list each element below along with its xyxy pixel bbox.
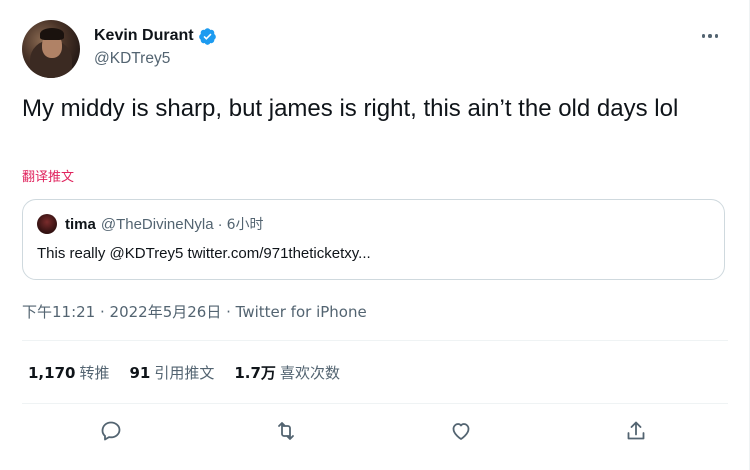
share-icon [627, 421, 645, 440]
divider [22, 340, 728, 341]
translate-tweet-link[interactable]: 翻译推文 [22, 166, 74, 185]
quote-label: 引用推文 [154, 364, 215, 382]
like-button[interactable] [448, 418, 474, 444]
tweet-header: Kevin Durant @KDTrey5 [22, 20, 730, 78]
like-count: 1.7万 [234, 364, 276, 382]
retweet-icon [278, 422, 294, 440]
quoted-author-name: tima [65, 215, 96, 233]
divider [22, 403, 728, 404]
reply-button[interactable] [98, 418, 124, 444]
retweet-label: 转推 [79, 364, 110, 382]
more-dot [708, 34, 712, 38]
quoted-separator: · [217, 215, 223, 233]
reply-icon [101, 421, 121, 441]
quoted-tweet[interactable]: tima @TheDivineNyla · 6小时 This really @K… [22, 199, 725, 280]
quoted-author-handle: @TheDivineNyla [100, 215, 214, 233]
tweet-card: Kevin Durant @KDTrey5 My middy is sharp,… [0, 0, 750, 470]
tweet-text: My middy is sharp, but james is right, t… [22, 95, 679, 122]
tweet-timestamp-source[interactable]: 下午11:21 · 2022年5月26日 · Twitter for iPhon… [22, 301, 367, 322]
retweet-button[interactable] [273, 418, 299, 444]
like-stat[interactable]: 1.7万 喜欢次数 [234, 362, 340, 383]
more-options-icon[interactable] [698, 26, 722, 46]
author-handle[interactable]: @KDTrey5 [94, 50, 217, 68]
retweet-count: 1,170 [28, 364, 76, 382]
quoted-timestamp: 6小时 [226, 217, 264, 233]
verified-badge-icon [198, 27, 217, 46]
retweet-stat[interactable]: 1,170 转推 [28, 362, 109, 383]
like-label: 喜欢次数 [279, 364, 340, 382]
author-block: Kevin Durant @KDTrey5 [94, 25, 217, 68]
avatar-hair [40, 28, 64, 40]
quote-stat[interactable]: 91 引用推文 [129, 362, 214, 383]
like-icon [452, 423, 470, 440]
author-display-name[interactable]: Kevin Durant [94, 27, 194, 45]
quoted-avatar [37, 214, 57, 234]
display-name-row: Kevin Durant [94, 25, 217, 47]
engagement-stats: 1,170 转推 91 引用推文 1.7万 喜欢次数 [28, 362, 360, 383]
more-dot [714, 34, 719, 38]
avatar[interactable] [22, 20, 80, 78]
quote-count: 91 [129, 364, 151, 382]
share-button[interactable] [623, 418, 649, 444]
quoted-tweet-header: tima @TheDivineNyla · 6小时 [37, 214, 264, 234]
quoted-tweet-text: This really @KDTrey5 twitter.com/971thet… [37, 245, 371, 262]
more-dot [701, 34, 706, 38]
